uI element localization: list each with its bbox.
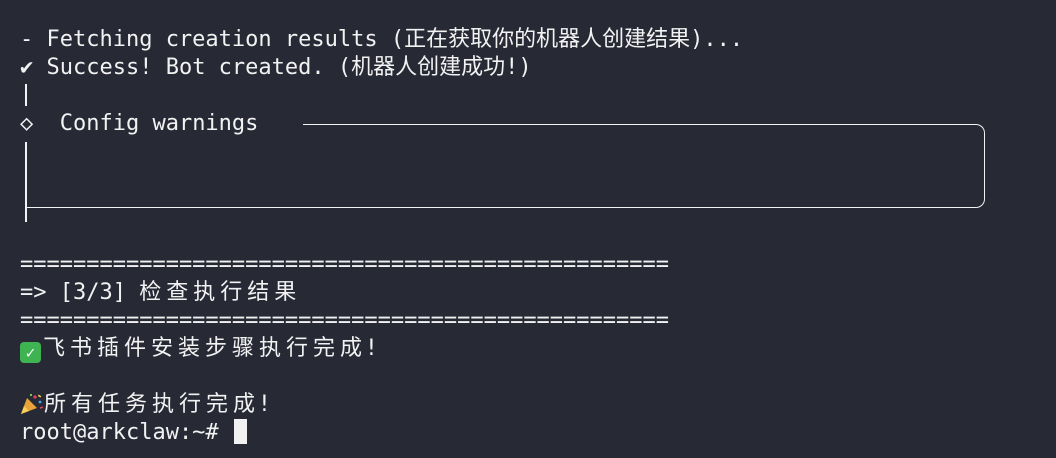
separator-bottom: ========================================… <box>20 308 670 333</box>
connector-line-box <box>25 142 27 222</box>
config-warnings-header: ◇ Config warnings <box>20 110 272 138</box>
connector-line-top <box>25 84 27 106</box>
text-cursor[interactable] <box>233 419 247 444</box>
shell-prompt: root@arkclaw:~# <box>20 420 232 445</box>
success-line: ✔ Success! Bot created. (机器人创建成功!) <box>20 54 532 82</box>
plugin-done-line: ✓ 飞书插件安装步骤执行完成! <box>20 335 381 363</box>
step-prefix: => [3/3] <box>20 280 140 305</box>
shell-prompt-line[interactable]: root@arkclaw:~# <box>20 419 247 447</box>
diamond-icon: ◇ <box>20 111 34 136</box>
all-done-line: 所有任务执行完成! <box>20 391 274 419</box>
plugin-done-text: 飞书插件安装步骤执行完成! <box>43 336 381 361</box>
all-done-text: 所有任务执行完成! <box>44 392 274 417</box>
terminal-window[interactable]: - Fetching creation results (正在获取你的机器人创建… <box>0 0 1056 458</box>
party-popper-icon <box>21 393 44 414</box>
success-check-icon: ✔ <box>20 55 34 80</box>
fetching-line: - Fetching creation results (正在获取你的机器人创建… <box>20 27 744 52</box>
white-check-mark-icon: ✓ <box>20 342 41 363</box>
step-title: 检查执行结果 <box>139 280 302 305</box>
separator-top: ========================================… <box>20 252 670 277</box>
config-warnings-title: Config warnings <box>33 111 272 136</box>
success-text: Success! Bot created. (机器人创建成功!) <box>33 55 532 80</box>
step-line: => [3/3] 检查执行结果 <box>20 279 301 307</box>
